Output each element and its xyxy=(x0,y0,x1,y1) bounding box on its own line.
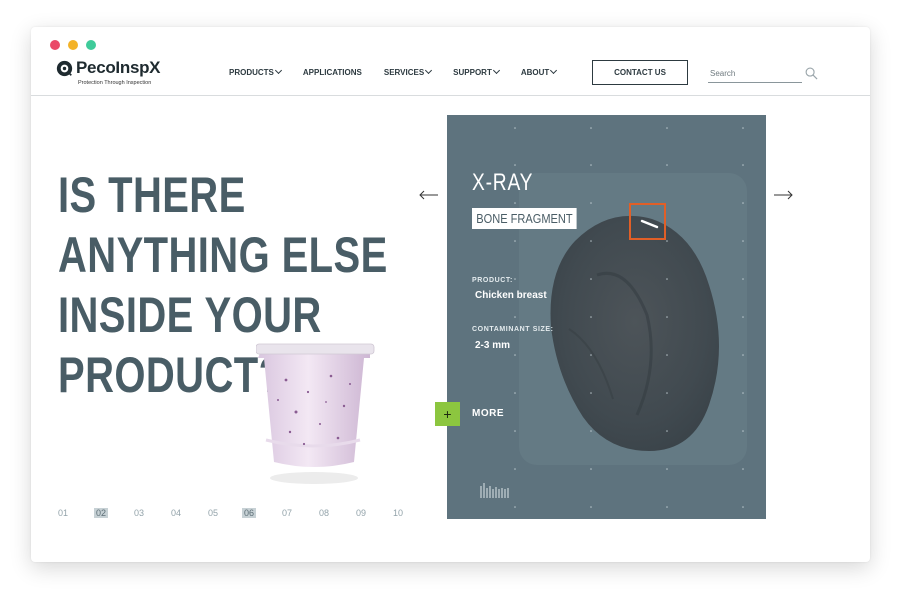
chevron-down-icon xyxy=(425,66,433,75)
more-link[interactable]: MORE xyxy=(472,408,504,419)
search-icon[interactable] xyxy=(805,67,818,80)
contaminant-size-label: CONTAMINANT SIZE: xyxy=(472,326,554,333)
window-maximize-dot[interactable] xyxy=(86,40,96,50)
contaminant-size-value: 2-3 mm xyxy=(475,340,511,351)
barcode-icon xyxy=(480,483,509,498)
nav-item-services[interactable]: SERVICES xyxy=(383,66,433,77)
card-title: X-RAY xyxy=(472,169,534,196)
logo-name: PecoInspX xyxy=(76,58,161,77)
logo-mark-icon xyxy=(56,60,73,77)
page-number[interactable]: 07 xyxy=(282,508,292,518)
logo-tagline: Protection Through Inspection xyxy=(78,80,152,86)
headline-line: INSIDE YOUR xyxy=(58,287,322,343)
nav-item-label: SUPPORT xyxy=(453,68,492,77)
arrow-right-icon[interactable] xyxy=(773,190,793,200)
plus-icon[interactable]: + xyxy=(435,402,460,426)
window-close-dot[interactable] xyxy=(50,40,60,50)
headline-line: ANYTHING ELSE xyxy=(58,227,388,283)
page-number[interactable]: 09 xyxy=(356,508,366,518)
chevron-down-icon xyxy=(492,66,500,75)
nav-item-about[interactable]: ABOUT xyxy=(520,66,558,77)
main-nav: PRODUCTS APPLICATIONS SERVICES SUPPORT A… xyxy=(229,66,578,77)
search-input[interactable] xyxy=(708,65,802,83)
browser-window: PecoInspX Protection Through Inspection … xyxy=(31,27,870,562)
page-number-highlighted[interactable]: 02 xyxy=(94,508,109,518)
headline-line: IS THERE xyxy=(58,167,246,223)
chevron-down-icon xyxy=(550,66,558,75)
page-number[interactable]: 03 xyxy=(134,508,144,518)
nav-item-support[interactable]: SUPPORT xyxy=(453,66,500,77)
nav-item-label: PRODUCTS xyxy=(229,68,274,77)
page-number[interactable]: 04 xyxy=(171,508,181,518)
nav-item-applications[interactable]: APPLICATIONS xyxy=(303,68,362,77)
contact-us-button[interactable]: CONTACT US xyxy=(592,60,688,85)
arrow-left-icon[interactable] xyxy=(419,190,439,200)
page-number[interactable]: 05 xyxy=(208,508,218,518)
product-label: PRODUCT: xyxy=(472,277,513,284)
product-value: Chicken breast xyxy=(475,290,547,301)
nav-item-label: ABOUT xyxy=(520,68,550,77)
nav-item-label: SERVICES xyxy=(383,68,425,77)
page-number[interactable]: 10 xyxy=(393,508,403,518)
page-number-highlighted[interactable]: 06 xyxy=(242,508,257,518)
nav-item-label: APPLICATIONS xyxy=(302,68,362,77)
header-divider xyxy=(31,95,870,96)
xray-card: X-RAY BONE FRAGMENT PRODUCT: Chicken bre… xyxy=(447,115,766,519)
page-number[interactable]: 01 xyxy=(58,508,68,518)
window-minimize-dot[interactable] xyxy=(68,40,78,50)
contaminant-badge: BONE FRAGMENT xyxy=(472,208,577,229)
page-number[interactable]: 08 xyxy=(319,508,329,518)
yogurt-cup-image xyxy=(256,343,375,484)
site-logo[interactable]: PecoInspX Protection Through Inspection xyxy=(56,58,176,90)
chevron-down-icon xyxy=(274,66,282,75)
nav-item-products[interactable]: PRODUCTS xyxy=(229,66,282,77)
detection-box xyxy=(629,203,666,240)
slide-pager: 01 02 03 04 05 06 07 08 09 10 xyxy=(58,508,408,524)
